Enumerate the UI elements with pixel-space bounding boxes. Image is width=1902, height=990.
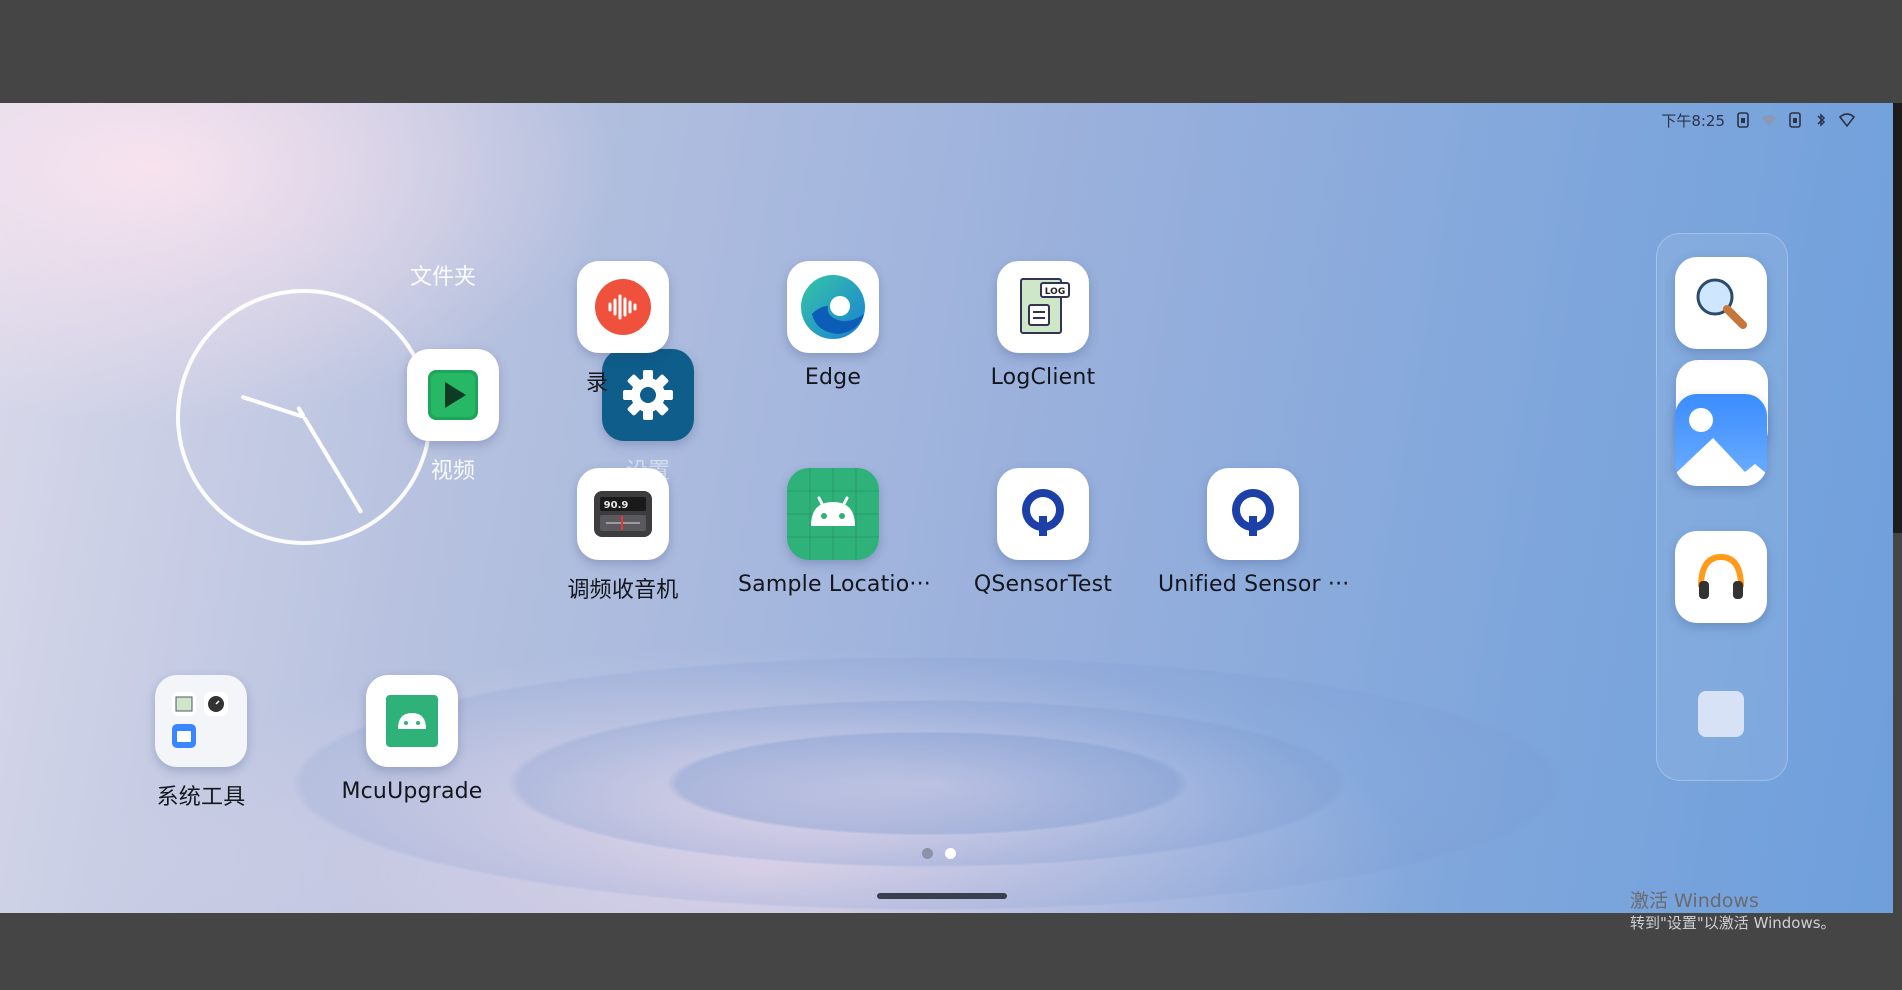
dock-item-music[interactable] xyxy=(1675,531,1767,623)
dock-item-placeholder[interactable] xyxy=(1698,691,1744,737)
status-bar: 下午8:25 xyxy=(1661,107,1855,133)
dock-item-gallery[interactable] xyxy=(1675,394,1767,486)
app-label: Unified Sensor ··· xyxy=(1158,572,1350,597)
radio-frequency: 90.9 xyxy=(604,500,629,511)
sim-card-icon xyxy=(1737,112,1749,128)
app-label: QSensorTest xyxy=(973,572,1113,597)
app-video[interactable]: 视频 xyxy=(358,349,548,485)
app-qsensortest[interactable]: QSensorTest xyxy=(948,468,1138,597)
app-sample-location[interactable]: Sample Locatio··· xyxy=(738,468,931,597)
headphones-icon xyxy=(1675,531,1767,623)
sound-wave-icon xyxy=(577,261,669,353)
home-gesture-bar[interactable] xyxy=(877,893,1007,899)
page-indicator[interactable] xyxy=(922,848,956,859)
qualcomm-icon xyxy=(997,468,1089,560)
app-recorder[interactable]: 录 xyxy=(528,261,718,397)
log-document-icon: LOG xyxy=(997,261,1089,353)
page-dot-2-active[interactable] xyxy=(945,848,956,859)
app-mcuupgrade[interactable]: McuUpgrade xyxy=(317,675,507,804)
app-label: 调频收音机 xyxy=(567,578,679,603)
watermark-title: 激活 Windows xyxy=(1630,890,1759,912)
app-label: LogClient xyxy=(990,365,1096,390)
gallery-icon xyxy=(1675,394,1767,486)
magnifier-icon xyxy=(1675,257,1767,349)
clock-minute-hand xyxy=(302,415,364,515)
scrollbar xyxy=(1893,103,1902,533)
log-badge-text: LOG xyxy=(1045,287,1065,297)
app-label: McuUpgrade xyxy=(341,779,483,804)
android-icon xyxy=(366,675,458,767)
radio-icon: 90.9 xyxy=(577,468,669,560)
wifi-icon xyxy=(1839,113,1855,128)
app-label: Edge xyxy=(804,365,862,390)
wifi-weak-icon xyxy=(1762,115,1776,126)
app-label: Sample Locatio··· xyxy=(738,572,931,597)
clock-hour-hand xyxy=(240,394,305,419)
windows-activation-watermark: 激活 Windows 转到"设置"以激活 Windows。 xyxy=(1630,890,1836,934)
dock-item-search[interactable] xyxy=(1675,257,1767,349)
home-screen: 下午8:25 文件夹 视频 录 Edge LOG LogClient 90.9 … xyxy=(0,103,1893,913)
app-system-tools-folder[interactable]: 系统工具 xyxy=(106,675,296,811)
app-fm-radio[interactable]: 90.9 调频收音机 xyxy=(528,468,718,604)
page-dot-1[interactable] xyxy=(922,848,933,859)
app-logclient[interactable]: LOG LogClient xyxy=(948,261,1138,390)
app-edge[interactable]: Edge xyxy=(738,261,928,390)
folder-title: 文件夹 xyxy=(410,265,477,290)
app-label: 系统工具 xyxy=(156,785,246,810)
folder-icon xyxy=(155,675,247,767)
status-time: 下午8:25 xyxy=(1661,111,1725,130)
watermark-subtitle: 转到"设置"以激活 Windows。 xyxy=(1630,914,1836,932)
qualcomm-icon xyxy=(1207,468,1299,560)
app-unified-sensor[interactable]: Unified Sensor ··· xyxy=(1158,468,1350,597)
video-app-icon xyxy=(407,349,499,441)
edge-icon xyxy=(787,261,879,353)
android-icon xyxy=(787,468,879,560)
app-label: 视频 xyxy=(430,459,476,484)
app-label: 录 xyxy=(586,371,609,396)
sim-card-icon-2 xyxy=(1789,112,1801,128)
bluetooth-icon xyxy=(1817,113,1826,127)
